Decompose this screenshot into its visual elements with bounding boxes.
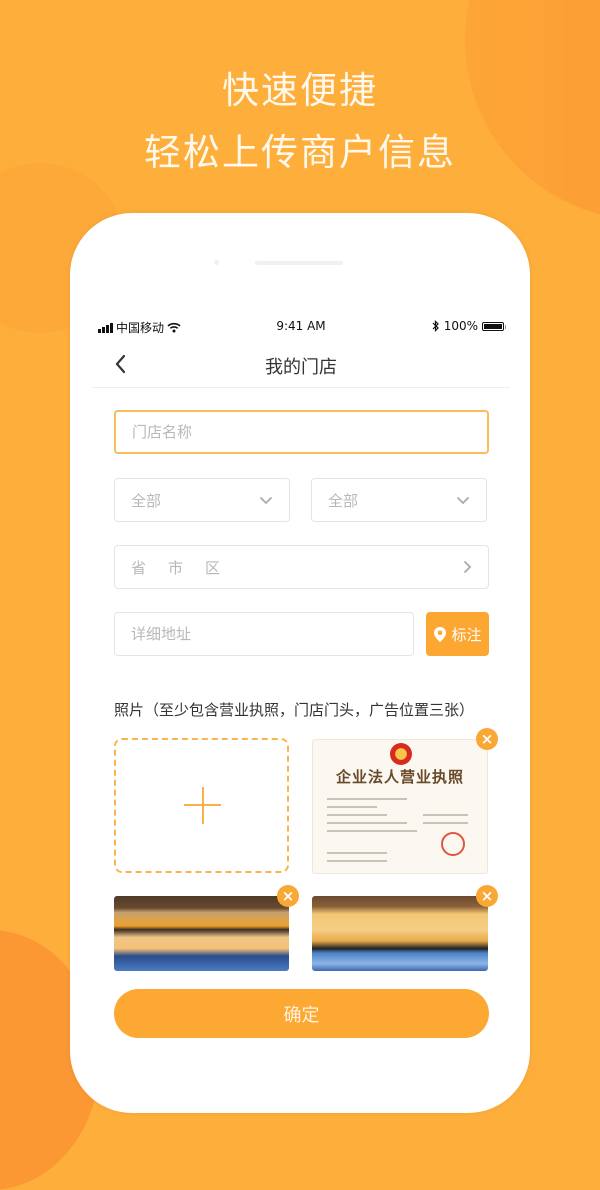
address-field[interactable] bbox=[114, 612, 414, 656]
app-screen: 中国移动 9:41 AM 100% 我的门店 全部 全部 bbox=[92, 311, 510, 1111]
promo-subheadline: 轻松上传商户信息 bbox=[144, 131, 456, 174]
city-label: 市 bbox=[168, 558, 184, 577]
remove-photo-button[interactable]: × bbox=[277, 885, 299, 907]
close-icon: × bbox=[480, 730, 494, 748]
category-select-1[interactable]: 全部 bbox=[114, 478, 290, 522]
province-label: 省 bbox=[131, 558, 147, 577]
remove-photo-button[interactable]: × bbox=[476, 885, 498, 907]
location-pin-icon bbox=[434, 626, 447, 642]
address-input[interactable] bbox=[115, 613, 413, 655]
chevron-right-icon bbox=[464, 561, 472, 573]
nav-bar: 我的门店 bbox=[92, 341, 510, 388]
bluetooth-icon bbox=[432, 320, 439, 332]
chevron-down-icon bbox=[260, 497, 272, 505]
official-seal-icon bbox=[441, 832, 465, 856]
photo-business-license[interactable]: 企业法人营业执照 bbox=[312, 739, 488, 874]
promo-headline: 快速便捷 bbox=[222, 69, 378, 112]
add-photo-button[interactable] bbox=[114, 738, 289, 873]
national-emblem-icon bbox=[390, 743, 412, 765]
license-title: 企业法人营业执照 bbox=[335, 768, 464, 786]
phone-camera bbox=[214, 260, 219, 265]
photo-store-interior[interactable] bbox=[312, 896, 488, 971]
select-value: 全部 bbox=[328, 491, 359, 510]
close-icon: × bbox=[281, 887, 295, 905]
confirm-label: 确定 bbox=[283, 1004, 320, 1026]
photo-storefront[interactable] bbox=[114, 896, 289, 971]
mark-location-button[interactable]: 标注 bbox=[426, 612, 489, 656]
mark-button-label: 标注 bbox=[451, 625, 482, 644]
photos-label: 照片（至少包含营业执照，门店门头，广告位置三张） bbox=[114, 701, 475, 719]
battery-icon bbox=[482, 321, 506, 331]
category-select-2[interactable]: 全部 bbox=[311, 478, 487, 522]
remove-photo-button[interactable]: × bbox=[476, 728, 498, 750]
confirm-button[interactable]: 确定 bbox=[114, 989, 489, 1038]
store-name-input[interactable] bbox=[116, 412, 487, 452]
chevron-down-icon bbox=[457, 497, 469, 505]
phone-speaker bbox=[255, 261, 343, 265]
phone-mockup: 中国移动 9:41 AM 100% 我的门店 全部 全部 bbox=[70, 213, 530, 1113]
district-label: 区 bbox=[205, 558, 221, 577]
battery-percent: 100% bbox=[443, 319, 478, 333]
status-bar: 中国移动 9:41 AM 100% bbox=[98, 317, 506, 337]
store-name-field[interactable] bbox=[114, 410, 489, 454]
page-title: 我的门店 bbox=[265, 357, 337, 378]
region-picker[interactable]: 省 市 区 bbox=[114, 545, 489, 589]
select-value: 全部 bbox=[131, 491, 162, 510]
close-icon: × bbox=[480, 887, 494, 905]
